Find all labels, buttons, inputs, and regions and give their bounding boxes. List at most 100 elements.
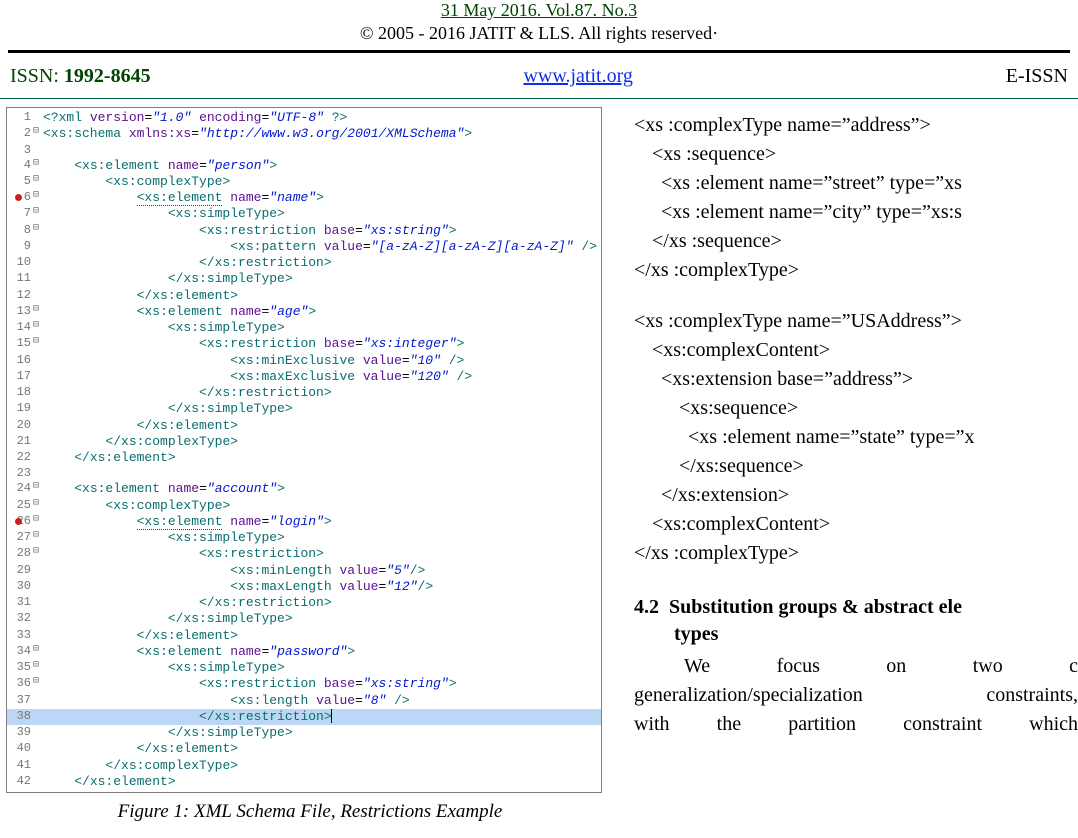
code-line: 12 </xs:element> [7, 288, 601, 304]
fold-icon[interactable]: ⊟ [33, 546, 43, 562]
fold-icon[interactable]: ⊟ [33, 676, 43, 692]
code-line: 22 </xs:element> [7, 450, 601, 466]
code-line: 1<?xml version="1.0" encoding="UTF-8" ?> [7, 110, 601, 126]
page: 31 May 2016. Vol.87. No.3 © 2005 - 2016 … [0, 0, 1078, 838]
line-number: 34 [7, 644, 33, 660]
line-number: 4 [7, 158, 33, 174]
code-content: <xs:maxExclusive value="120" /> [43, 369, 601, 385]
fold-icon[interactable]: ⊟ [33, 304, 43, 320]
body-line: generalization/specialization constraint… [634, 681, 1078, 710]
code-content: </xs:element> [43, 741, 601, 757]
line-number: 36 [7, 676, 33, 692]
fold-icon [33, 628, 43, 644]
code-line: 31 </xs:restriction> [7, 595, 601, 611]
xml-snippet-address: <xs :complexType name=”address”><xs :seq… [634, 111, 1078, 285]
code-content: <xs:length value="8" /> [43, 693, 601, 709]
code-line: 28⊟ <xs:restriction> [7, 546, 601, 562]
code-content [43, 466, 601, 481]
code-line: 42 </xs:element> [7, 774, 601, 790]
line-number: 30 [7, 579, 33, 595]
fold-icon [33, 709, 43, 725]
fold-icon [33, 741, 43, 757]
line-number: 32 [7, 611, 33, 627]
columns: 1<?xml version="1.0" encoding="UTF-8" ?>… [0, 107, 1078, 823]
code-line: 34⊟ <xs:element name="password"> [7, 644, 601, 660]
header-block: 31 May 2016. Vol.87. No.3 © 2005 - 2016 … [0, 0, 1078, 44]
snippet-line: <xs:extension base=”address”> [661, 365, 1078, 394]
section-title-line1: Substitution groups & abstract ele [669, 596, 962, 618]
code-line: 2⊟<xs:schema xmlns:xs="http://www.w3.org… [7, 126, 601, 142]
code-line: 38 </xs:restriction> [7, 709, 601, 725]
code-line: 11 </xs:simpleType> [7, 271, 601, 287]
issn-left: ISSN: 1992-8645 [10, 65, 151, 88]
snippet-line: <xs:sequence> [679, 394, 1078, 423]
line-number: 17 [7, 369, 33, 385]
code-content: </xs:complexType> [43, 758, 601, 774]
code-line: 35⊟ <xs:simpleType> [7, 660, 601, 676]
eissn-label: E-ISSN [1006, 65, 1068, 88]
code-content: </xs:element> [43, 774, 601, 790]
code-line: 15⊟ <xs:restriction base="xs:integer"> [7, 336, 601, 352]
fold-icon [33, 725, 43, 741]
fold-icon [33, 255, 43, 271]
code-line: 20 </xs:element> [7, 418, 601, 434]
line-number: 24 [7, 481, 33, 497]
divider-green [0, 98, 1078, 99]
snippet-line: </xs :complexType> [634, 539, 1078, 568]
code-line: 29 <xs:minLength value="5"/> [7, 563, 601, 579]
fold-icon [33, 758, 43, 774]
fold-icon[interactable]: ⊟ [33, 190, 43, 206]
line-number: 31 [7, 595, 33, 611]
line-number: 27 [7, 530, 33, 546]
code-line: 9 <xs:pattern value="[a-zA-Z][a-zA-Z][a-… [7, 239, 601, 255]
line-number: 5 [7, 174, 33, 190]
xml-snippet-usaddress: <xs :complexType name=”USAddress”><xs:co… [634, 307, 1078, 568]
fold-icon[interactable]: ⊟ [33, 644, 43, 660]
fold-icon[interactable]: ⊟ [33, 660, 43, 676]
fold-icon[interactable]: ⊟ [33, 174, 43, 190]
body-line: with the partition constraint which [634, 710, 1078, 739]
code-content: <xs:simpleType> [43, 206, 601, 222]
issn-label: ISSN: [10, 65, 59, 87]
code-line: 30 <xs:maxLength value="12"/> [7, 579, 601, 595]
line-number: 15 [7, 336, 33, 352]
fold-icon[interactable]: ⊟ [33, 223, 43, 239]
code-content: <xs:complexType> [43, 498, 601, 514]
code-content: </xs:restriction> [43, 709, 601, 725]
code-line: 16 <xs:minExclusive value="10" /> [7, 353, 601, 369]
fold-icon[interactable]: ⊟ [33, 481, 43, 497]
jatit-link[interactable]: www.jatit.org [523, 65, 632, 88]
line-number: 11 [7, 271, 33, 287]
line-number: 19 [7, 401, 33, 417]
code-content: </xs:simpleType> [43, 611, 601, 627]
fold-icon [33, 239, 43, 255]
fold-icon [33, 466, 43, 481]
line-number: 14 [7, 320, 33, 336]
code-line: 3 [7, 143, 601, 158]
fold-icon[interactable]: ⊟ [33, 158, 43, 174]
fold-icon[interactable]: ⊟ [33, 514, 43, 530]
fold-icon[interactable]: ⊟ [33, 320, 43, 336]
snippet-line: </xs :sequence> [652, 227, 1078, 256]
code-content: <xs:minLength value="5"/> [43, 563, 601, 579]
code-editor: 1<?xml version="1.0" encoding="UTF-8" ?>… [6, 107, 602, 793]
code-content [43, 143, 601, 158]
code-line: 18 </xs:restriction> [7, 385, 601, 401]
code-content: </xs:simpleType> [43, 271, 601, 287]
code-content: </xs:restriction> [43, 595, 601, 611]
right-column: <xs :complexType name=”address”><xs :seq… [614, 107, 1078, 823]
line-number: 12 [7, 288, 33, 304]
code-line: 27⊟ <xs:simpleType> [7, 530, 601, 546]
fold-icon[interactable]: ⊟ [33, 530, 43, 546]
copyright: © 2005 - 2016 JATIT & LLS. All rights re… [0, 23, 1078, 44]
section-heading: 4.2 Substitution groups & abstract ele t… [634, 594, 1078, 648]
fold-icon[interactable]: ⊟ [33, 498, 43, 514]
code-content: <?xml version="1.0" encoding="UTF-8" ?> [43, 110, 601, 126]
left-column: 1<?xml version="1.0" encoding="UTF-8" ?>… [0, 107, 614, 823]
line-number: 8 [7, 223, 33, 239]
fold-icon [33, 595, 43, 611]
fold-icon[interactable]: ⊟ [33, 336, 43, 352]
fold-icon[interactable]: ⊟ [33, 206, 43, 222]
fold-icon [33, 450, 43, 466]
fold-icon[interactable]: ⊟ [33, 126, 43, 142]
